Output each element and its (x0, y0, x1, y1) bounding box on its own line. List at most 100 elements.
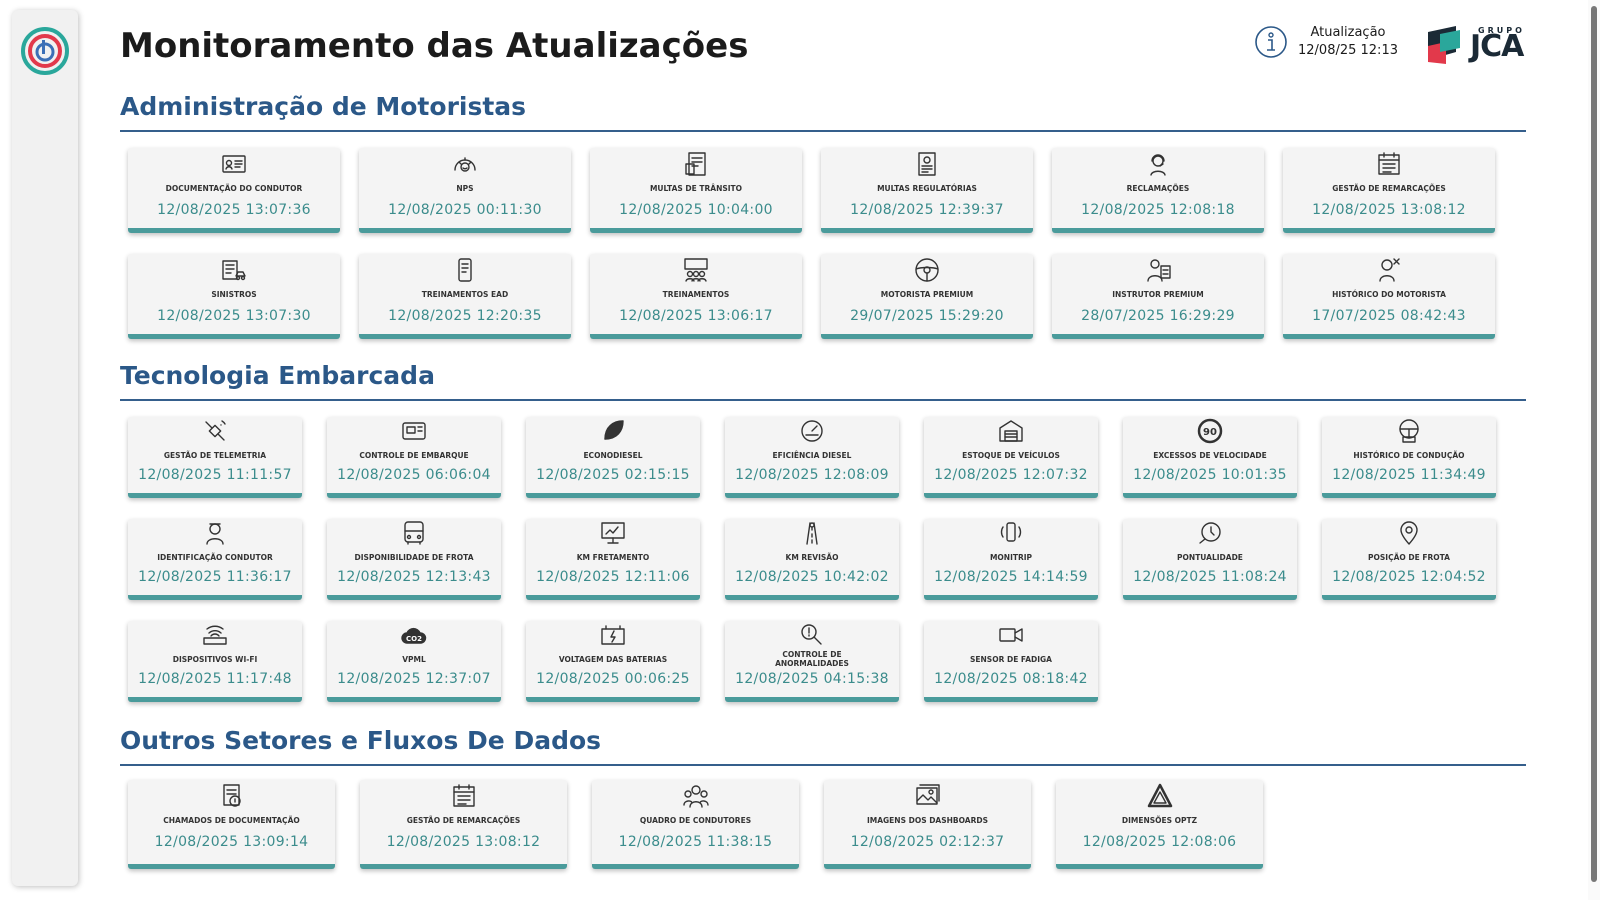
update-info: Atualização 12/08/25 12:13 (1254, 24, 1398, 60)
section-tecnologia: Tecnologia Embarcada (120, 359, 1526, 401)
card-icon-wrapper (590, 254, 802, 284)
card-timestamp: 29/07/2025 15:29:20 (850, 308, 1004, 324)
card-timestamp: 12/08/2025 11:34:49 (1332, 467, 1486, 483)
card-icon-wrapper (592, 780, 799, 810)
dashboard-card[interactable]: Motorista Premium 29/07/2025 15:29:20 (821, 254, 1033, 339)
dashboard-card[interactable]: Imagens dos Dashboards 12/08/2025 02:12:3… (824, 780, 1031, 869)
dashboard-card[interactable]: CO2 VPML 12/08/2025 12:37:07 (327, 621, 501, 702)
dashboard-card[interactable]: Sensor de Fadiga 12/08/2025 08:18:42 (924, 621, 1098, 702)
dashboard-card[interactable]: Treinamentos EAD 12/08/2025 12:20:35 (359, 254, 571, 339)
dashboard-card[interactable]: Multas de Trânsito 12/08/2025 10:04:00 (590, 148, 802, 233)
dashboard-card[interactable]: Estoque de Veículos 12/08/2025 12:07:32 (924, 417, 1098, 498)
card-label: NPS (456, 183, 474, 193)
dashboard-card[interactable]: 90 Excessos de Velocidade 12/08/2025 10:01… (1123, 417, 1297, 498)
cards-grid-tecnologia: Gestão de Telemetria 12/08/2025 11:11:57 C… (128, 417, 1496, 702)
classroom-icon (684, 258, 708, 282)
bus-icon (404, 521, 424, 545)
card-icon-wrapper (924, 417, 1098, 445)
map-pin-icon (1400, 521, 1418, 545)
dashboard-card[interactable]: Voltagem das Baterias 12/08/2025 00:06:25 (526, 621, 700, 702)
card-icon-wrapper (327, 519, 501, 547)
card-timestamp: 12/08/2025 10:04:00 (619, 202, 773, 218)
card-timestamp: 12/08/2025 12:08:09 (735, 467, 889, 483)
card-timestamp: 12/08/2025 12:08:18 (1081, 202, 1235, 218)
card-timestamp: 17/07/2025 08:42:43 (1312, 308, 1466, 324)
dashboard-card[interactable]: NPS 12/08/2025 00:11:30 (359, 148, 571, 233)
card-label: Histórico do Motorista (1332, 289, 1446, 299)
card-label: Controle de Anormalidades (775, 650, 849, 668)
driver-id-icon (206, 523, 224, 545)
card-timestamp: 12/08/2025 13:07:36 (157, 202, 311, 218)
card-icon-wrapper (327, 417, 501, 445)
card-icon-wrapper (1322, 519, 1496, 547)
card-label: Multas de Trânsito (649, 183, 743, 193)
dashboard-card[interactable]: Pontualidade 12/08/2025 11:08:24 (1123, 519, 1297, 600)
svg-text:CO2: CO2 (406, 635, 422, 643)
dashboard-card[interactable]: Gestão de Remarcações 12/08/2025 13:08:12 (360, 780, 567, 869)
dashboard-card[interactable]: Instrutor Premium 28/07/2025 16:29:29 (1052, 254, 1264, 339)
card-icon-wrapper (1052, 254, 1264, 284)
card-label: Dimensões Optz (1121, 815, 1198, 825)
card-timestamp: 12/08/2025 11:11:57 (138, 467, 292, 483)
dashboard-card[interactable]: Multas Regulatórias 12/08/2025 12:39:37 (821, 148, 1033, 233)
card-label: Monitrip (989, 552, 1033, 562)
card-icon-wrapper (128, 417, 302, 445)
card-icon-wrapper (1123, 519, 1297, 547)
card-icon-wrapper (128, 519, 302, 547)
card-timestamp: 12/08/2025 12:07:32 (934, 467, 1088, 483)
brand-logo-icon[interactable] (18, 24, 72, 78)
co2-cloud-icon: CO2 (401, 627, 427, 644)
phone-signal-icon (1000, 522, 1022, 542)
scrollbar[interactable] (1588, 0, 1600, 900)
update-label: Atualização (1310, 25, 1386, 40)
dashboard-card[interactable]: Treinamentos 12/08/2025 13:06:17 (590, 254, 802, 339)
dashboard-card[interactable]: Gestão de Telemetria 12/08/2025 11:11:57 (128, 417, 302, 498)
card-timestamp: 12/08/2025 13:07:30 (157, 308, 311, 324)
dashboard-card[interactable]: Posição de Frota 12/08/2025 12:04:52 (1322, 519, 1496, 600)
dashboard-card[interactable]: Gestão de Remarcações 12/08/2025 13:08:12 (1283, 148, 1495, 233)
scrollbar-thumb[interactable] (1591, 6, 1597, 882)
dashboard-card[interactable]: Econodiesel 12/08/2025 02:15:15 (526, 417, 700, 498)
dashboard-card[interactable]: Histórico de Condução 12/08/2025 11:34:49 (1322, 417, 1496, 498)
card-icon-wrapper: CO2 (327, 621, 501, 649)
id-card-icon (222, 155, 246, 173)
image-gallery-icon (915, 784, 940, 805)
info-icon[interactable] (1254, 25, 1288, 59)
optz-logo-icon (1147, 783, 1172, 808)
dashboard-card[interactable]: Quadro de Condutores 12/08/2025 11:38:15 (592, 780, 799, 869)
dashboard-card[interactable]: Identificação Condutor 12/08/2025 11:36:1… (128, 519, 302, 600)
card-label: Voltagem das Baterias (558, 654, 668, 664)
road-icon (806, 522, 818, 545)
dashboard-card[interactable]: Disponibilidade de Frota 12/08/2025 12:13… (327, 519, 501, 600)
dashboard-card[interactable]: Controle de Embarque 12/08/2025 06:06:04 (327, 417, 501, 498)
dashboard-card[interactable]: Eficiência Diesel 12/08/2025 12:08:09 (725, 417, 899, 498)
dashboard-card[interactable]: Reclamações 12/08/2025 12:08:18 (1052, 148, 1264, 233)
dashboard-card[interactable]: Sinistros 12/08/2025 13:07:30 (128, 254, 340, 339)
card-timestamp: 28/07/2025 16:29:29 (1081, 308, 1235, 324)
company-logo: GRUPO JCA (1426, 24, 1526, 66)
dashboard-card[interactable]: Dispositivos Wi-Fi 12/08/2025 11:17:48 (128, 621, 302, 702)
card-label: Sinistros (211, 289, 257, 299)
dashboard-card[interactable]: Dimensões Optz 12/08/2025 12:08:06 (1056, 780, 1263, 869)
sidebar (12, 10, 78, 886)
dashboard-card[interactable]: Controle de Anormalidades 12/08/2025 04:1… (725, 621, 899, 702)
dashboard-card[interactable]: KM Fretamento 12/08/2025 12:11:06 (526, 519, 700, 600)
card-label: Eficiência Diesel (772, 450, 852, 460)
card-timestamp: 12/08/2025 10:01:35 (1133, 467, 1287, 483)
dashboard-card[interactable]: Chamados de Documentação 12/08/2025 13:09… (128, 780, 335, 869)
card-icon-wrapper (821, 148, 1033, 178)
dashboard-card[interactable]: KM Revisão 12/08/2025 10:42:02 (725, 519, 899, 600)
card-timestamp: 12/08/2025 13:08:12 (386, 834, 541, 850)
card-timestamp: 12/08/2025 12:13:43 (337, 569, 491, 585)
jca-mark-icon (1428, 26, 1460, 64)
steering-wheel-icon (915, 258, 939, 282)
card-label: Reclamações (1126, 183, 1190, 193)
dashboard-card[interactable]: Documentação do Condutor 12/08/2025 13:07… (128, 148, 340, 233)
gauge-smile-icon (454, 157, 476, 172)
card-label: Controle de Embarque (359, 450, 469, 460)
dashboard-card[interactable]: Monitrip 12/08/2025 14:14:59 (924, 519, 1098, 600)
dashboard-card[interactable]: Histórico do Motorista 17/07/2025 08:42:4… (1283, 254, 1495, 339)
card-label: Chamados de Documentação (163, 815, 300, 825)
card-label: Excessos de Velocidade (1153, 450, 1267, 460)
instructor-icon (1147, 259, 1171, 282)
